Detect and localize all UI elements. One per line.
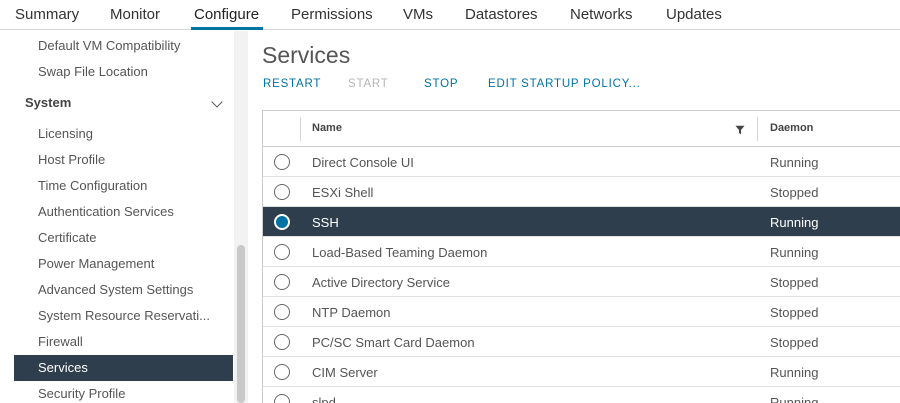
- sidebar-item-host-profile[interactable]: Host Profile: [14, 147, 233, 173]
- cell-daemon-status: Running: [770, 365, 819, 380]
- row-radio-button[interactable]: [274, 184, 290, 200]
- sidebar-item-security-profile[interactable]: Security Profile: [14, 381, 233, 403]
- cell-service-name: slpd: [312, 395, 336, 403]
- page-title: Services: [262, 42, 351, 68]
- cell-daemon-status: Stopped: [770, 185, 819, 200]
- row-radio-button[interactable]: [274, 364, 290, 380]
- table-row[interactable]: NTP Daemon Stopped: [263, 297, 900, 327]
- tab-bar: Summary Monitor Configure Permissions VM…: [0, 0, 900, 30]
- tab-configure[interactable]: Configure: [194, 6, 259, 23]
- cell-daemon-status: Running: [770, 215, 819, 230]
- cell-service-name: Load-Based Teaming Daemon: [312, 245, 488, 260]
- table-row[interactable]: Direct Console UI Running: [263, 147, 900, 177]
- sidebar-item-default-vm-compatibility[interactable]: Default VM Compatibility: [14, 33, 233, 59]
- cell-service-name: Direct Console UI: [312, 155, 414, 170]
- table-row[interactable]: slpd Running: [263, 387, 900, 403]
- cell-service-name: SSH: [312, 215, 339, 230]
- column-header-name[interactable]: Name: [312, 122, 342, 134]
- active-tab-indicator: [191, 27, 263, 30]
- row-radio-button[interactable]: [274, 304, 290, 320]
- row-radio-button[interactable]: [274, 274, 290, 290]
- sidebar-scrollbar[interactable]: [234, 31, 248, 403]
- tab-monitor[interactable]: Monitor: [110, 6, 160, 23]
- table-row[interactable]: CIM Server Running: [263, 357, 900, 387]
- column-header-daemon[interactable]: Daemon: [770, 122, 813, 134]
- sidebar-scrollbar-thumb[interactable]: [237, 245, 245, 403]
- cell-service-name: Active Directory Service: [312, 275, 450, 290]
- sidebar-item-authentication-services[interactable]: Authentication Services: [14, 199, 233, 225]
- sidebar-item-swap-file-location[interactable]: Swap File Location: [14, 59, 233, 85]
- cell-daemon-status: Running: [770, 155, 819, 170]
- restart-button[interactable]: RESTART: [263, 78, 321, 90]
- row-radio-button-checked[interactable]: [274, 214, 290, 230]
- start-button[interactable]: START: [348, 78, 389, 90]
- column-separator[interactable]: [757, 117, 758, 141]
- tab-vms[interactable]: VMs: [403, 6, 433, 23]
- services-grid: Name Daemon Direct Console UI Running ES…: [262, 110, 900, 403]
- sidebar-item-certificate[interactable]: Certificate: [14, 225, 233, 251]
- table-row-selected[interactable]: SSH Running: [263, 207, 900, 237]
- row-radio-button[interactable]: [274, 394, 290, 403]
- sidebar-item-system-resource-reservation[interactable]: System Resource Reservati...: [14, 303, 233, 329]
- tab-summary[interactable]: Summary: [15, 6, 79, 23]
- row-radio-button[interactable]: [274, 244, 290, 260]
- filter-icon[interactable]: [735, 125, 745, 135]
- sidebar-item-services[interactable]: Services: [14, 355, 233, 381]
- table-row[interactable]: ESXi Shell Stopped: [263, 177, 900, 207]
- configure-sidebar: Default VM Compatibility Swap File Locat…: [0, 31, 248, 403]
- chevron-down-icon: [211, 96, 223, 108]
- sidebar-item-licensing[interactable]: Licensing: [14, 121, 233, 147]
- column-separator: [300, 117, 301, 141]
- grid-header: Name Daemon: [263, 111, 900, 147]
- cell-daemon-status: Stopped: [770, 305, 819, 320]
- cell-service-name: PC/SC Smart Card Daemon: [312, 335, 475, 350]
- tab-networks[interactable]: Networks: [570, 6, 633, 23]
- cell-daemon-status: Running: [770, 395, 819, 403]
- table-row[interactable]: Load-Based Teaming Daemon Running: [263, 237, 900, 267]
- tab-permissions[interactable]: Permissions: [291, 6, 373, 23]
- row-radio-button[interactable]: [274, 154, 290, 170]
- cell-service-name: ESXi Shell: [312, 185, 374, 200]
- table-row[interactable]: Active Directory Service Stopped: [263, 267, 900, 297]
- sidebar-item-power-management[interactable]: Power Management: [14, 251, 233, 277]
- cell-daemon-status: Stopped: [770, 275, 819, 290]
- tab-updates[interactable]: Updates: [666, 6, 722, 23]
- table-row[interactable]: PC/SC Smart Card Daemon Stopped: [263, 327, 900, 357]
- sidebar-group-system[interactable]: System: [14, 90, 233, 116]
- sidebar-item-firewall[interactable]: Firewall: [14, 329, 233, 355]
- cell-daemon-status: Running: [770, 245, 819, 260]
- edit-startup-policy-button[interactable]: EDIT STARTUP POLICY...: [488, 78, 641, 90]
- sidebar-item-time-configuration[interactable]: Time Configuration: [14, 173, 233, 199]
- tab-datastores[interactable]: Datastores: [465, 6, 538, 23]
- stop-button[interactable]: STOP: [424, 78, 458, 90]
- cell-daemon-status: Stopped: [770, 335, 819, 350]
- cell-service-name: NTP Daemon: [312, 305, 391, 320]
- row-radio-button[interactable]: [274, 334, 290, 350]
- sidebar-item-advanced-system-settings[interactable]: Advanced System Settings: [14, 277, 233, 303]
- sidebar-group-label: System: [25, 95, 72, 110]
- cell-service-name: CIM Server: [312, 365, 378, 380]
